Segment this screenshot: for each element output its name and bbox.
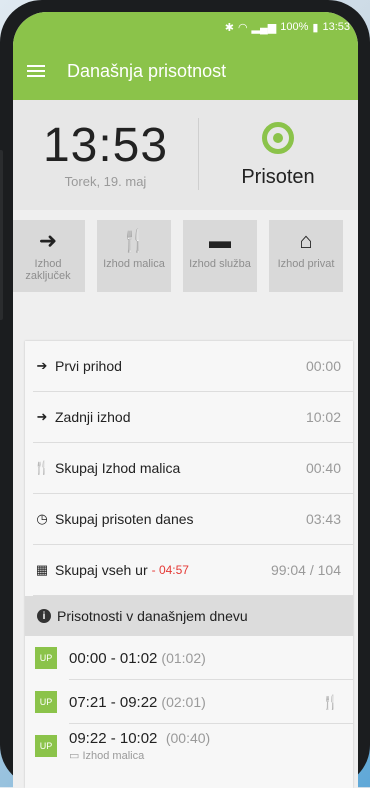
summary-divider: [198, 118, 199, 190]
status-block: Prisoten: [198, 100, 358, 210]
stat-row-lunch-total: 🍴 Skupaj Izhod malica 00:40: [33, 443, 353, 494]
note-icon: ▭: [69, 750, 80, 762]
phone-frame: ✱ ◠ ▂▄▆ 100% ▮ 13:53 Današnja prisotnost…: [0, 0, 370, 788]
stats-card: ➔ Prvi prihod 00:00 ➜ Zadnji izhod 10:02 🍴…: [25, 341, 353, 788]
stat-value: 00:40: [305, 460, 341, 476]
stat-value: 03:43: [305, 511, 341, 527]
entry-type-badge: UP: [35, 647, 57, 669]
stat-value: 10:02: [305, 409, 341, 425]
cutlery-icon: 🍴: [33, 460, 51, 475]
stat-value: 99:04 / 104: [270, 562, 341, 578]
entry-duration: (00:40): [165, 730, 211, 746]
screen: ✱ ◠ ▂▄▆ 100% ▮ 13:53 Današnja prisotnost…: [13, 12, 358, 788]
arrival-icon: ➔: [36, 358, 48, 373]
attendance-entry[interactable]: UP 09:22 - 10:02 (00:40) ▭ Izhod malica: [25, 724, 353, 768]
status-label: Prisoten: [241, 166, 315, 188]
page-title: Današnja prisotnost: [67, 60, 227, 81]
briefcase-icon: ▬: [209, 228, 231, 253]
action-label: Izhod zaključek: [25, 258, 71, 282]
status-bar: ✱ ◠ ▂▄▆ 100% ▮ 13:53: [13, 12, 358, 42]
attendance-entry[interactable]: UP 00:00 - 01:02 (01:02): [25, 636, 353, 680]
clock-icon: ◷: [36, 511, 48, 526]
home-icon: ⌂: [299, 228, 313, 253]
exit-icon: ➜: [38, 228, 58, 253]
entry-time: 00:00 - 01:02: [69, 649, 158, 667]
cutlery-icon: 🍴: [321, 693, 339, 710]
bluetooth-icon: ✱: [224, 21, 234, 34]
exit-icon: ➜: [36, 409, 48, 424]
section-header: i Prisotnosti v današnjem dnevu: [25, 596, 353, 636]
stat-label: Skupaj vseh ur: [55, 562, 148, 578]
entry-duration: (01:02): [161, 650, 206, 666]
stat-label: Zadnji izhod: [55, 409, 131, 425]
action-buttons: ➜ Izhod zaključek 🍴 Izhod malica ▬ Izhod…: [13, 210, 358, 302]
hours-difference: - 04:57: [151, 563, 189, 577]
stat-value: 00:00: [305, 358, 341, 374]
exit-lunch-button[interactable]: 🍴 Izhod malica: [97, 220, 171, 292]
info-icon: i: [37, 609, 51, 623]
entry-duration: (02:01): [161, 694, 206, 710]
menu-icon[interactable]: [27, 65, 45, 77]
signal-icon: ▂▄▆: [251, 21, 277, 34]
entry-type-badge: UP: [35, 735, 57, 757]
section-title: Prisotnosti v današnjem dnevu: [57, 608, 248, 624]
battery-icon: ▮: [312, 21, 319, 34]
exit-business-button[interactable]: ▬ Izhod služba: [183, 220, 257, 292]
stat-row-present-today: ◷ Skupaj prisoten danes 03:43: [33, 494, 353, 545]
exit-final-button[interactable]: ➜ Izhod zaključek: [13, 220, 85, 292]
entry-time: 07:21 - 09:22: [69, 693, 158, 711]
stat-row-last-exit: ➜ Zadnji izhod 10:02: [33, 392, 353, 443]
entry-type-badge: UP: [35, 691, 57, 713]
entry-time: 09:22 - 10:02: [69, 730, 158, 747]
exit-private-button[interactable]: ⌂ Izhod privat: [269, 220, 343, 292]
stat-row-total-hours: ▦ Skupaj vseh ur - 04:57 99:04 / 104: [33, 545, 353, 596]
action-label: Izhod služba: [189, 258, 251, 270]
cutlery-icon: 🍴: [120, 228, 148, 253]
current-time: 13:53: [42, 119, 169, 172]
calculator-icon: ▦: [35, 562, 49, 577]
stat-label: Skupaj Izhod malica: [55, 460, 181, 476]
clock-block: 13:53 Torek, 19. maj: [13, 100, 198, 210]
app-bar: Današnja prisotnost: [13, 42, 358, 100]
stat-label: Skupaj prisoten danes: [55, 511, 194, 527]
battery-level: 100%: [280, 21, 309, 33]
status-indicator-icon: [262, 122, 294, 154]
entry-note: Izhod malica: [82, 750, 145, 762]
phone-side-button: [0, 150, 3, 320]
summary-panel: 13:53 Torek, 19. maj Prisoten: [13, 100, 358, 210]
stat-row-first-arrival: ➔ Prvi prihod 00:00: [33, 341, 353, 392]
stat-label: Prvi prihod: [55, 358, 122, 374]
current-date: Torek, 19. maj: [64, 174, 147, 189]
action-label: Izhod malica: [103, 258, 165, 270]
wifi-icon: ◠: [237, 21, 248, 34]
status-time: 13:53: [322, 21, 350, 33]
action-label: Izhod privat: [277, 258, 335, 270]
attendance-entry[interactable]: UP 07:21 - 09:22 (02:01) 🍴: [25, 680, 353, 724]
